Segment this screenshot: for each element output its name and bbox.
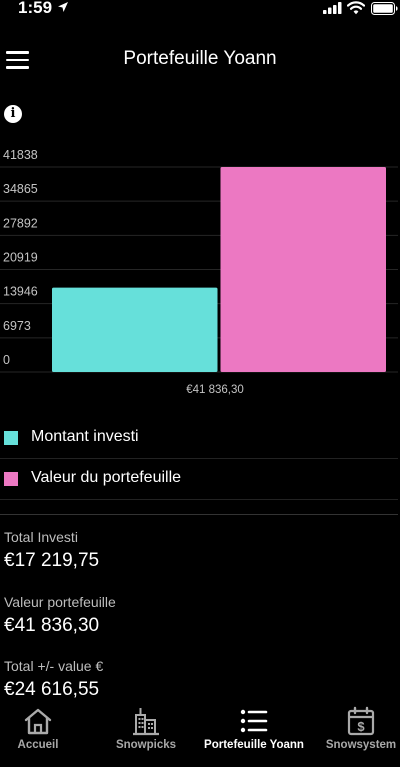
stat-label: Total Investi <box>4 529 78 545</box>
list-icon <box>240 709 268 733</box>
legend-label: Valeur du portefeuille <box>31 469 182 486</box>
bar <box>52 287 218 372</box>
divider <box>0 514 398 515</box>
stat-value: €24 616,55 <box>4 679 100 700</box>
calendar-dollar-icon: $ <box>347 706 375 736</box>
y-tick-label: 6973 <box>3 319 31 333</box>
svg-text:$: $ <box>357 719 365 734</box>
stat-label: Valeur portefeuille <box>4 594 116 610</box>
tab-portefeuille-yoann[interactable]: Portefeuille Yoann <box>198 700 310 760</box>
y-tick-label: 13946 <box>3 285 38 299</box>
page-title: Portefeuille Yoann <box>123 48 277 69</box>
y-tick-label: 27892 <box>3 216 38 230</box>
stat-total-plus-minus-value: Total +/- value € €24 616,55 <box>4 658 103 701</box>
legend-swatch <box>4 431 18 445</box>
stat-valeur-portefeuille: Valeur portefeuille €41 836,30 <box>4 594 116 637</box>
legend-item-montant-investi[interactable]: Montant investi <box>0 418 398 459</box>
legend-item-valeur-portefeuille[interactable]: Valeur du portefeuille <box>0 459 398 500</box>
stat-value: €17 219,75 <box>4 550 100 571</box>
tab-label: Portefeuille Yoann <box>204 739 304 751</box>
status-time: 1:59 <box>18 0 53 17</box>
home-icon <box>24 708 52 735</box>
location-arrow-icon <box>58 2 68 12</box>
stat-total-investi: Total Investi €17 219,75 <box>4 529 99 572</box>
stat-value: €41 836,30 <box>4 615 100 636</box>
wifi-icon <box>347 1 365 15</box>
chart-legend: Montant investi Valeur du portefeuille <box>0 418 398 500</box>
tab-label: Accueil <box>17 739 59 751</box>
legend-label: Montant investi <box>31 428 139 445</box>
portfolio-bar-chart: 41838 34865 27892 20919 13946 6973 0 €41 836,30 <box>0 138 400 403</box>
bar <box>220 167 386 372</box>
tab-bar: Accueil Snowpicks Portefeuille Yoann $ S… <box>0 700 400 767</box>
y-tick-label: 34865 <box>3 182 38 196</box>
cellular-signal-icon <box>323 2 342 14</box>
tab-accueil[interactable]: Accueil <box>0 700 76 760</box>
buildings-icon <box>133 708 159 736</box>
tab-label: Snowpicks <box>115 739 177 751</box>
stat-label: Total +/- value € <box>4 658 104 674</box>
tab-snowpicks[interactable]: Snowpicks <box>104 700 188 760</box>
status-bar: 1:59 <box>0 0 400 18</box>
y-tick-label: 0 <box>3 353 10 367</box>
battery-icon <box>371 2 398 15</box>
tab-snowsystem[interactable]: $ Snowsystem <box>322 700 400 760</box>
y-tick-label: 20919 <box>3 251 38 265</box>
x-tick-label: €41 836,30 <box>186 384 244 396</box>
legend-swatch <box>4 472 18 486</box>
info-icon[interactable]: i <box>4 105 22 123</box>
tab-label: Snowsystem <box>325 739 397 751</box>
y-tick-label: 41838 <box>3 148 38 162</box>
